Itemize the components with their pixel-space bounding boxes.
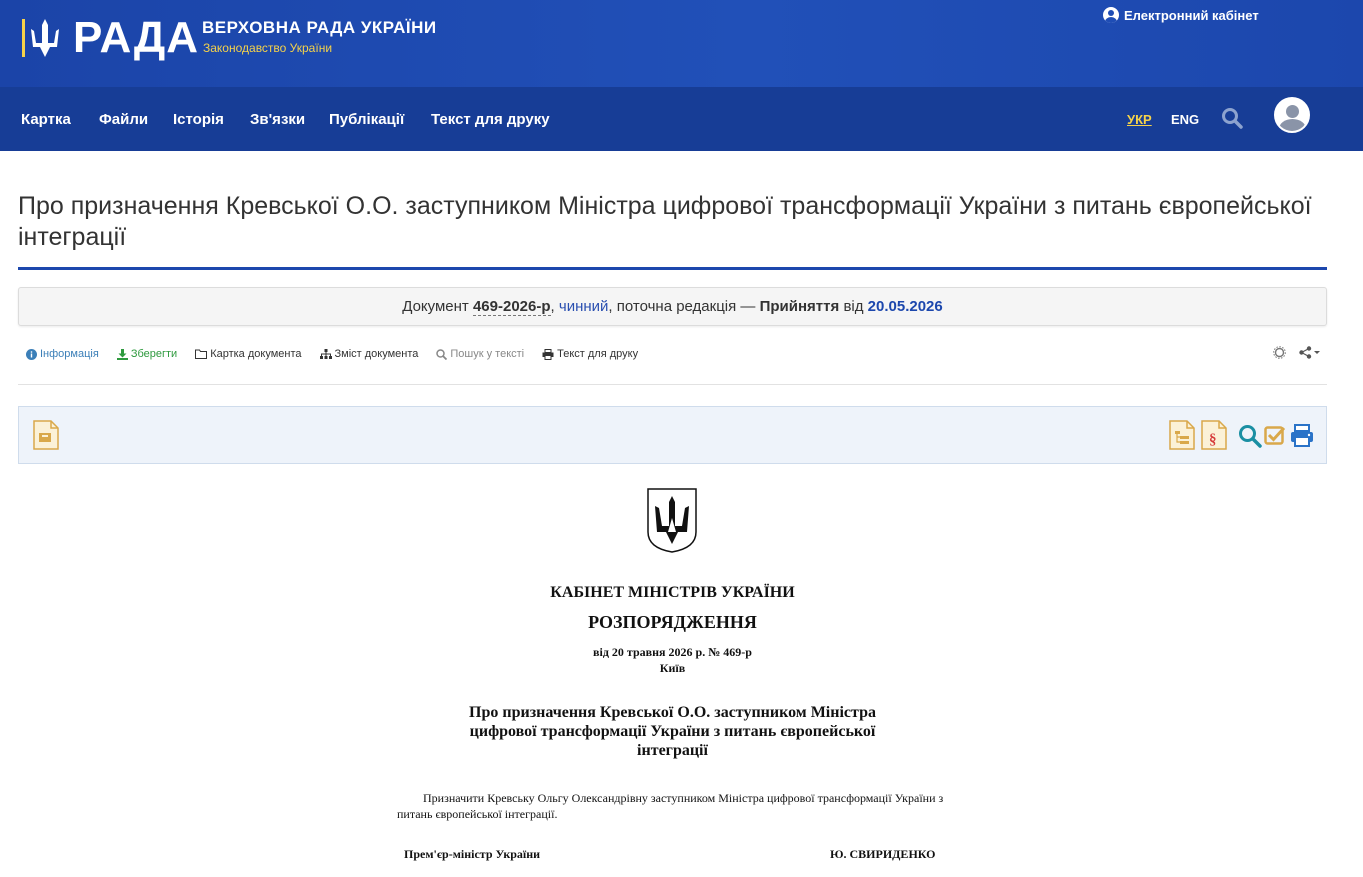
print-label: Текст для друку [557,348,639,360]
page-title: Про призначення Кревської О.О. заступник… [18,192,1312,251]
document-date: від 20 травня 2026 р. № 469-р [593,645,752,659]
status-prefix: Документ [402,298,469,315]
paragraph-document-icon[interactable]: § [1201,420,1227,450]
nav-item-links[interactable]: Зв'язки [250,111,305,128]
avatar[interactable] [1274,97,1310,133]
main-nav: Картка Файли Історія Зв'язки Публікації … [0,87,1363,151]
info-label: Інформація [40,348,99,360]
nav-item-card[interactable]: Картка [21,111,71,128]
nav-item-publications[interactable]: Публікації [329,111,404,128]
trident-logo-icon[interactable] [22,17,68,59]
status-edition: , поточна редакція — [608,298,756,315]
search-icon[interactable] [1221,107,1243,129]
document-toolbar: Інформація Зберегти Картка документа Змі… [26,345,656,363]
document-organization: КАБІНЕТ МІНІСТРІВ УКРАЇНИ [550,584,795,601]
document-type: РОЗПОРЯДЖЕННЯ [588,612,757,632]
cabinet-label: Електронний кабінет [1124,7,1259,23]
folder-icon [195,349,208,359]
save-label: Зберегти [130,348,178,360]
signature-position: Прем'єр-міністр України [404,847,541,861]
text-search-label: Пошук у тексті [450,348,525,360]
lang-eng-link[interactable]: ENG [1171,112,1199,127]
avatar-head [1286,105,1299,118]
settings-icon[interactable] [1273,346,1286,359]
text-search-button[interactable]: Пошук у тексті [436,348,524,360]
document-city: Київ [659,661,686,675]
print-tab[interactable]: Текст для друку [542,348,638,360]
title-divider [18,267,1327,270]
info-icon [26,348,37,360]
card-label: Картка документа [210,348,302,360]
status-number[interactable]: 469-2026-р [472,298,551,316]
signature-name: Ю. СВИРИДЕНКО [830,847,936,861]
site-header: РАДА ВЕРХОВНА РАДА УКРАЇНИ Законодавство… [0,0,1363,87]
card-tab[interactable]: Картка документа [195,348,302,360]
site-subtitle[interactable]: Законодавство України [203,41,332,55]
structure-document-icon[interactable] [1169,420,1195,450]
logo-wordmark[interactable]: РАДА [73,11,199,65]
lang-ukr-link[interactable]: УКР [1127,112,1152,127]
document-panel: § [18,406,1327,464]
save-button[interactable]: Зберегти [116,348,178,360]
site-title[interactable]: ВЕРХОВНА РАДА УКРАЇНИ [202,18,437,38]
share-icon[interactable] [1299,346,1321,359]
nav-item-files[interactable]: Файли [99,111,148,128]
zoom-search-icon[interactable] [1238,424,1262,448]
user-circle-icon [1103,7,1119,23]
contents-label: Зміст документа [334,348,419,360]
check-square-icon[interactable] [1264,424,1286,446]
document-heading: Про призначення Кревської О.О. заступник… [469,704,876,759]
status-comma: , [550,298,555,315]
sitemap-icon [319,349,332,359]
nav-item-print-text[interactable]: Текст для друку [431,111,550,128]
magnifier-icon [436,348,448,360]
status-event: Прийняття [759,298,840,315]
status-state[interactable]: чинний [559,298,609,315]
avatar-body [1279,119,1306,131]
status-date[interactable]: 20.05.2026 [868,298,943,315]
document-status-bar: Документ 469-2026-р, чинний, поточна ред… [18,287,1327,326]
toolbar-divider [18,384,1327,385]
cabinet-link[interactable]: Електронний кабінет [1103,7,1259,23]
archive-document-icon[interactable] [33,420,59,450]
svg-text:§: § [1209,432,1217,448]
print-icon[interactable] [1290,424,1314,448]
download-icon [116,348,128,360]
nav-item-history[interactable]: Історія [173,111,224,128]
contents-tab[interactable]: Зміст документа [319,348,419,360]
printer-icon [542,348,554,360]
document-paragraph: Призначити Кревську Ольгу Олександрівну … [397,791,944,821]
status-from: від [843,298,864,315]
info-tab[interactable]: Інформація [26,348,99,360]
coat-of-arms-icon [647,488,697,553]
